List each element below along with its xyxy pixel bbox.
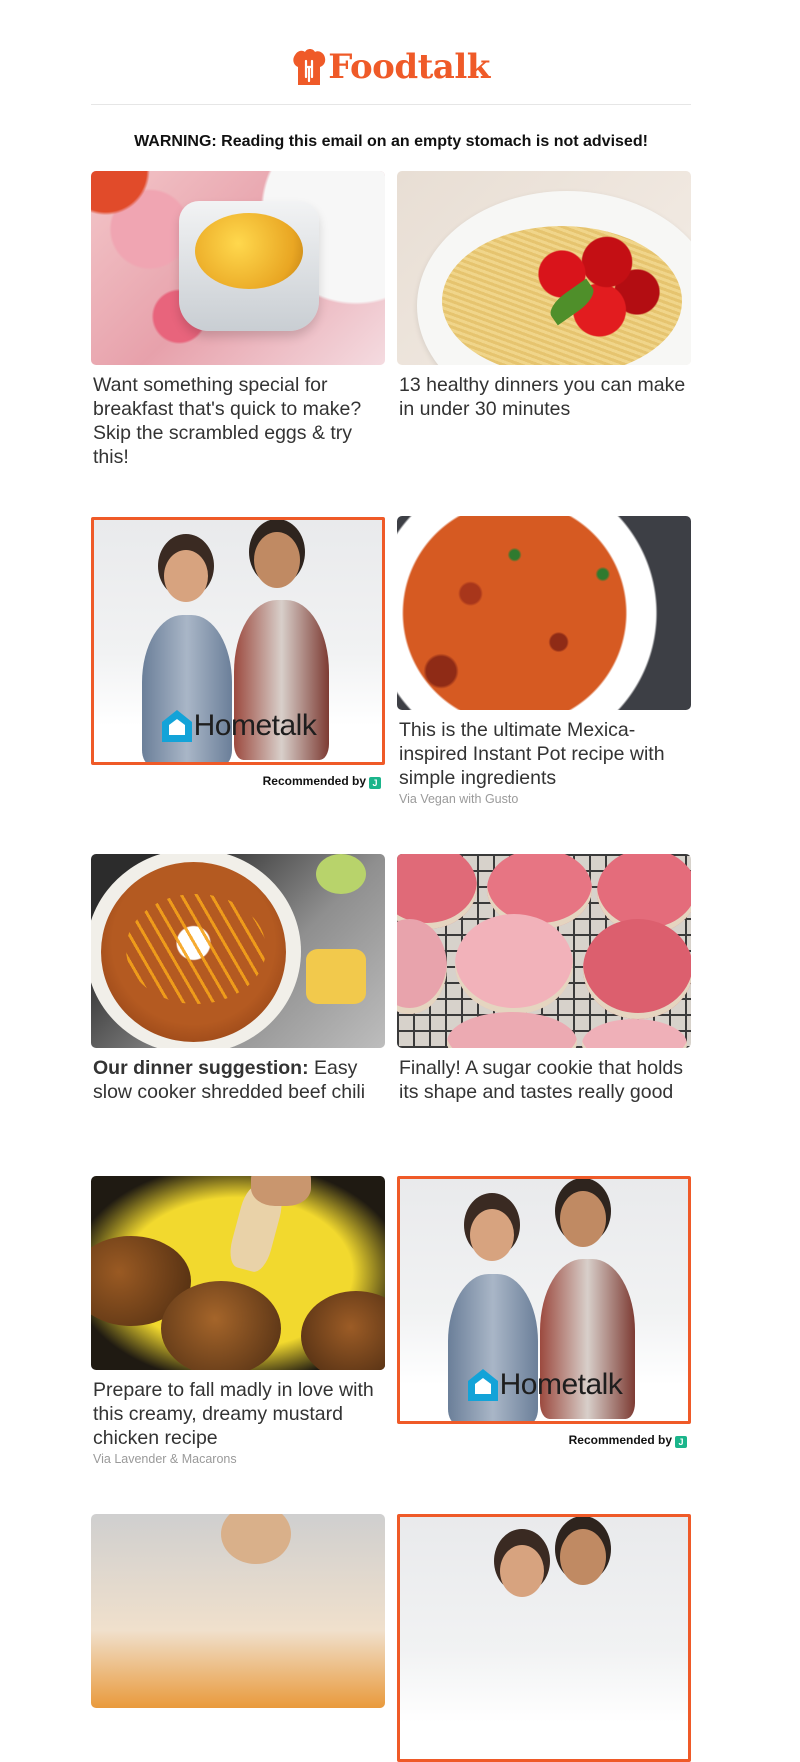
hometalk-ad[interactable]: Hometalk Recommended by J <box>397 1176 691 1448</box>
ad-brand: Hometalk <box>94 708 382 744</box>
jeeng-badge-icon: J <box>675 1436 687 1448</box>
article-image[interactable] <box>397 854 691 1048</box>
article-source: Via Lavender & Macarons <box>93 1452 237 1466</box>
jeeng-badge-icon: J <box>369 777 381 789</box>
article-image[interactable] <box>91 854 385 1048</box>
article-image[interactable] <box>91 1176 385 1370</box>
article-card[interactable]: Want something special for breakfast tha… <box>91 171 385 469</box>
article-card[interactable]: Our dinner suggestion: Easy slow cooker … <box>91 854 385 1104</box>
article-source: Via Vegan with Gusto <box>399 792 519 806</box>
article-image[interactable] <box>91 171 385 365</box>
ad-brand: Hometalk <box>400 1367 688 1403</box>
ad-banner[interactable] <box>397 1514 691 1762</box>
chef-hat-fork-icon <box>293 49 326 85</box>
ad-banner[interactable]: Hometalk <box>91 517 385 765</box>
article-image[interactable] <box>91 1514 385 1708</box>
article-title[interactable]: Want something special for breakfast tha… <box>93 373 383 469</box>
article-image[interactable] <box>397 516 691 710</box>
article-title-bold: Our dinner suggestion: <box>93 1057 309 1079</box>
article-image[interactable] <box>397 171 691 365</box>
hometalk-ad[interactable]: Hometalk Recommended by J <box>91 517 385 789</box>
article-title[interactable]: Finally! A sugar cookie that holds its s… <box>399 1056 689 1104</box>
article-card[interactable] <box>91 1514 385 1708</box>
brand-link[interactable]: Foodtalk <box>292 47 490 87</box>
article-title[interactable]: This is the ultimate Mexica-inspired Ins… <box>399 718 689 790</box>
house-icon <box>467 1369 498 1401</box>
warning-text: WARNING: Reading this email on an empty … <box>134 133 648 150</box>
header-logo[interactable]: Foodtalk <box>91 44 691 90</box>
ad-brand-name: Hometalk <box>499 1368 623 1401</box>
article-card[interactable]: Finally! A sugar cookie that holds its s… <box>397 854 691 1104</box>
article-title[interactable]: 13 healthy dinners you can make in under… <box>399 373 689 421</box>
header-divider <box>91 104 691 105</box>
article-card[interactable]: Prepare to fall madly in love with this … <box>91 1176 385 1466</box>
recommended-by[interactable]: Recommended by J <box>397 1433 691 1448</box>
article-title[interactable]: Our dinner suggestion: Easy slow cooker … <box>93 1056 383 1104</box>
article-card[interactable]: 13 healthy dinners you can make in under… <box>397 171 691 421</box>
recommended-label: Recommended by <box>262 774 366 788</box>
ad-banner[interactable]: Hometalk <box>397 1176 691 1424</box>
brand-name: Foodtalk <box>328 47 490 87</box>
hometalk-ad[interactable] <box>397 1514 691 1762</box>
ad-brand-name: Hometalk <box>193 709 317 742</box>
house-icon <box>161 710 192 742</box>
recommended-label: Recommended by <box>568 1433 672 1447</box>
article-title[interactable]: Prepare to fall madly in love with this … <box>93 1378 383 1450</box>
recommended-by[interactable]: Recommended by J <box>91 774 385 789</box>
article-card[interactable]: This is the ultimate Mexica-inspired Ins… <box>397 516 691 806</box>
